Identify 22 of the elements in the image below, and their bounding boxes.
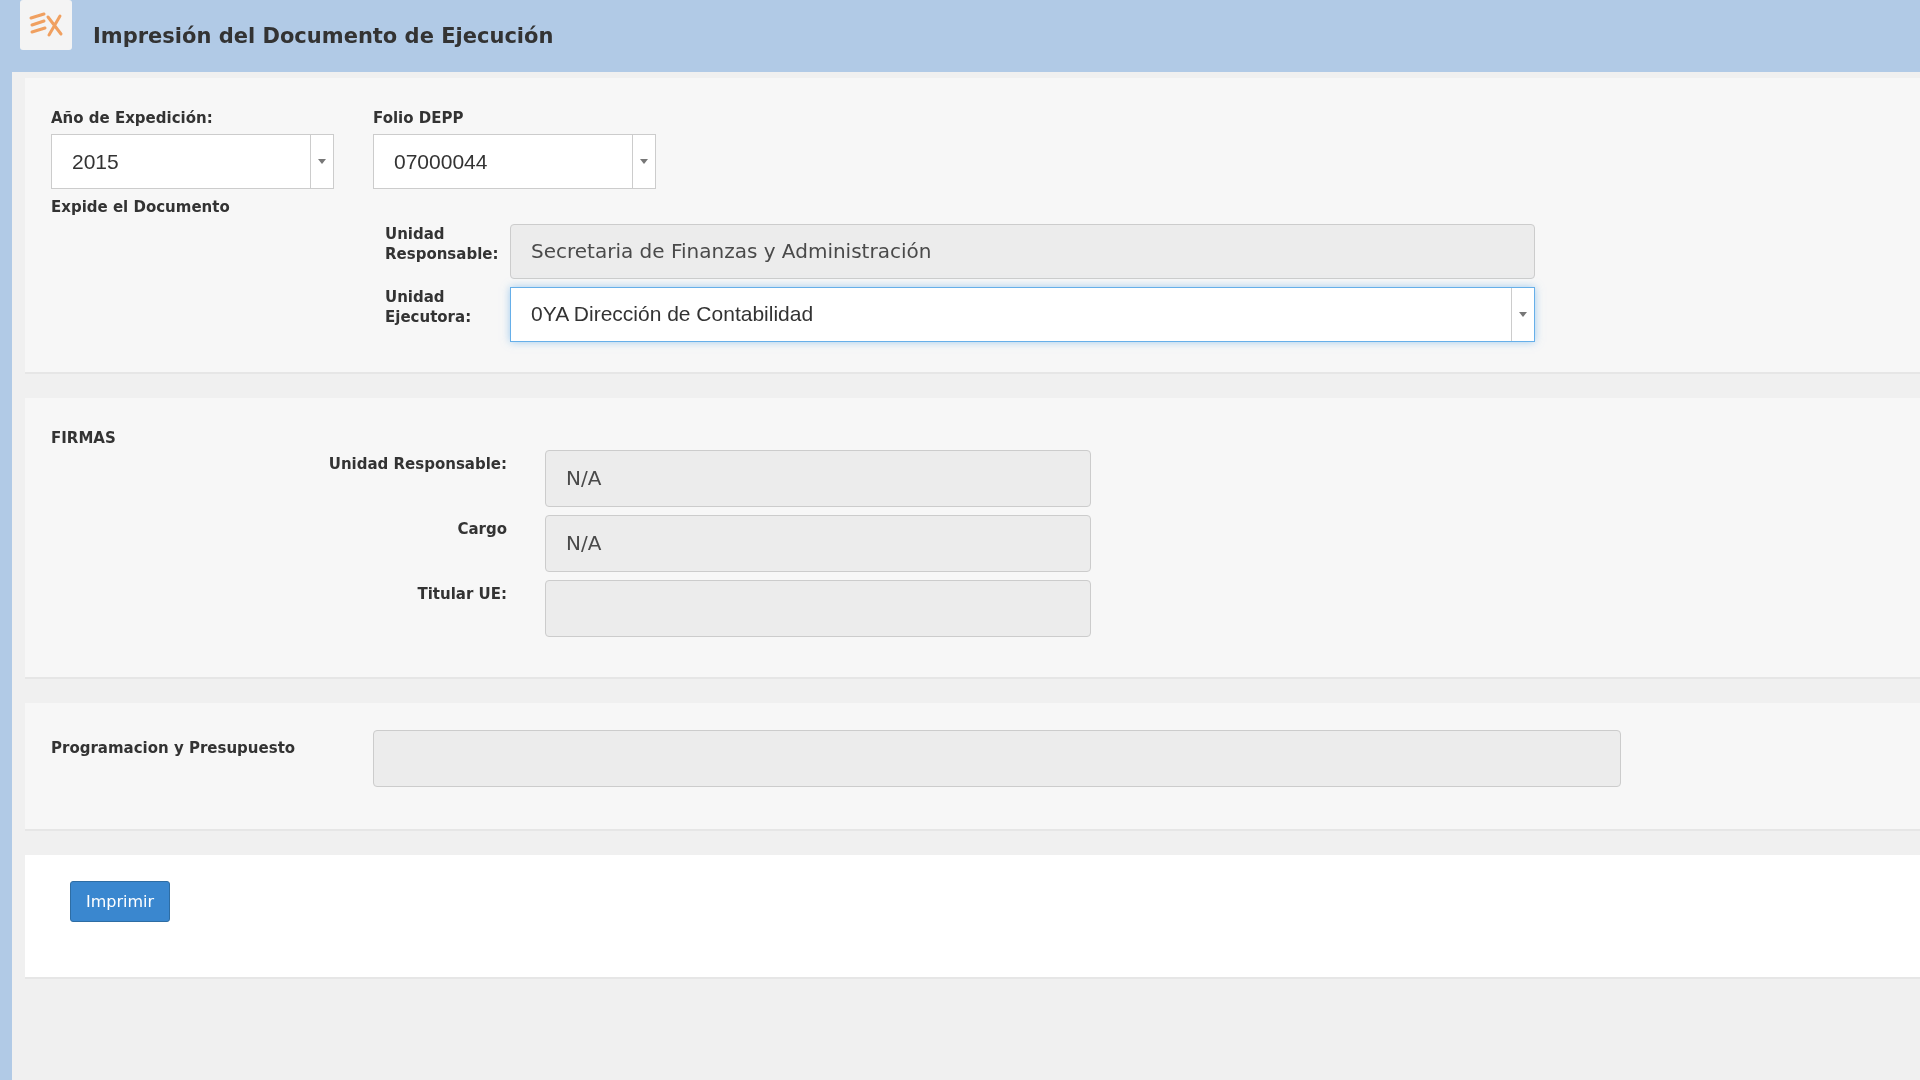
field-label: Año de Expedición: [51, 108, 214, 129]
section-title: FIRMAS [51, 427, 117, 448]
caret-icon [318, 159, 326, 165]
field-label: Cargo [457, 518, 507, 540]
field-label: Unidad Responsable: [328, 453, 507, 475]
field-label: Folio DEPP [373, 108, 465, 129]
dropdown-field[interactable]: 07000044 [373, 134, 656, 190]
caret-icon [1519, 311, 1527, 317]
logo-icon [20, 0, 72, 50]
field-label: Programacion y Presupuesto [51, 737, 297, 759]
input-field: N/A [545, 449, 1091, 507]
dropdown-field[interactable]: 2015 [51, 134, 334, 190]
section-label: Expide el Documento [51, 197, 231, 218]
dropdown-field[interactable]: 0YA Dirección de Contabilidad [510, 286, 1535, 342]
field-label: Unidad Ejecutora: [385, 286, 473, 327]
print-button[interactable]: Imprimir [70, 880, 171, 922]
input-field: Secretaria de Finanzas y Administración [510, 223, 1535, 279]
page-title: Impresión del Documento de Ejecución [93, 24, 554, 48]
field-label: Unidad Responsable: [385, 223, 495, 264]
input-field: N/A [545, 514, 1091, 572]
field-label: Titular UE: [417, 583, 507, 605]
caret-icon [640, 159, 648, 165]
